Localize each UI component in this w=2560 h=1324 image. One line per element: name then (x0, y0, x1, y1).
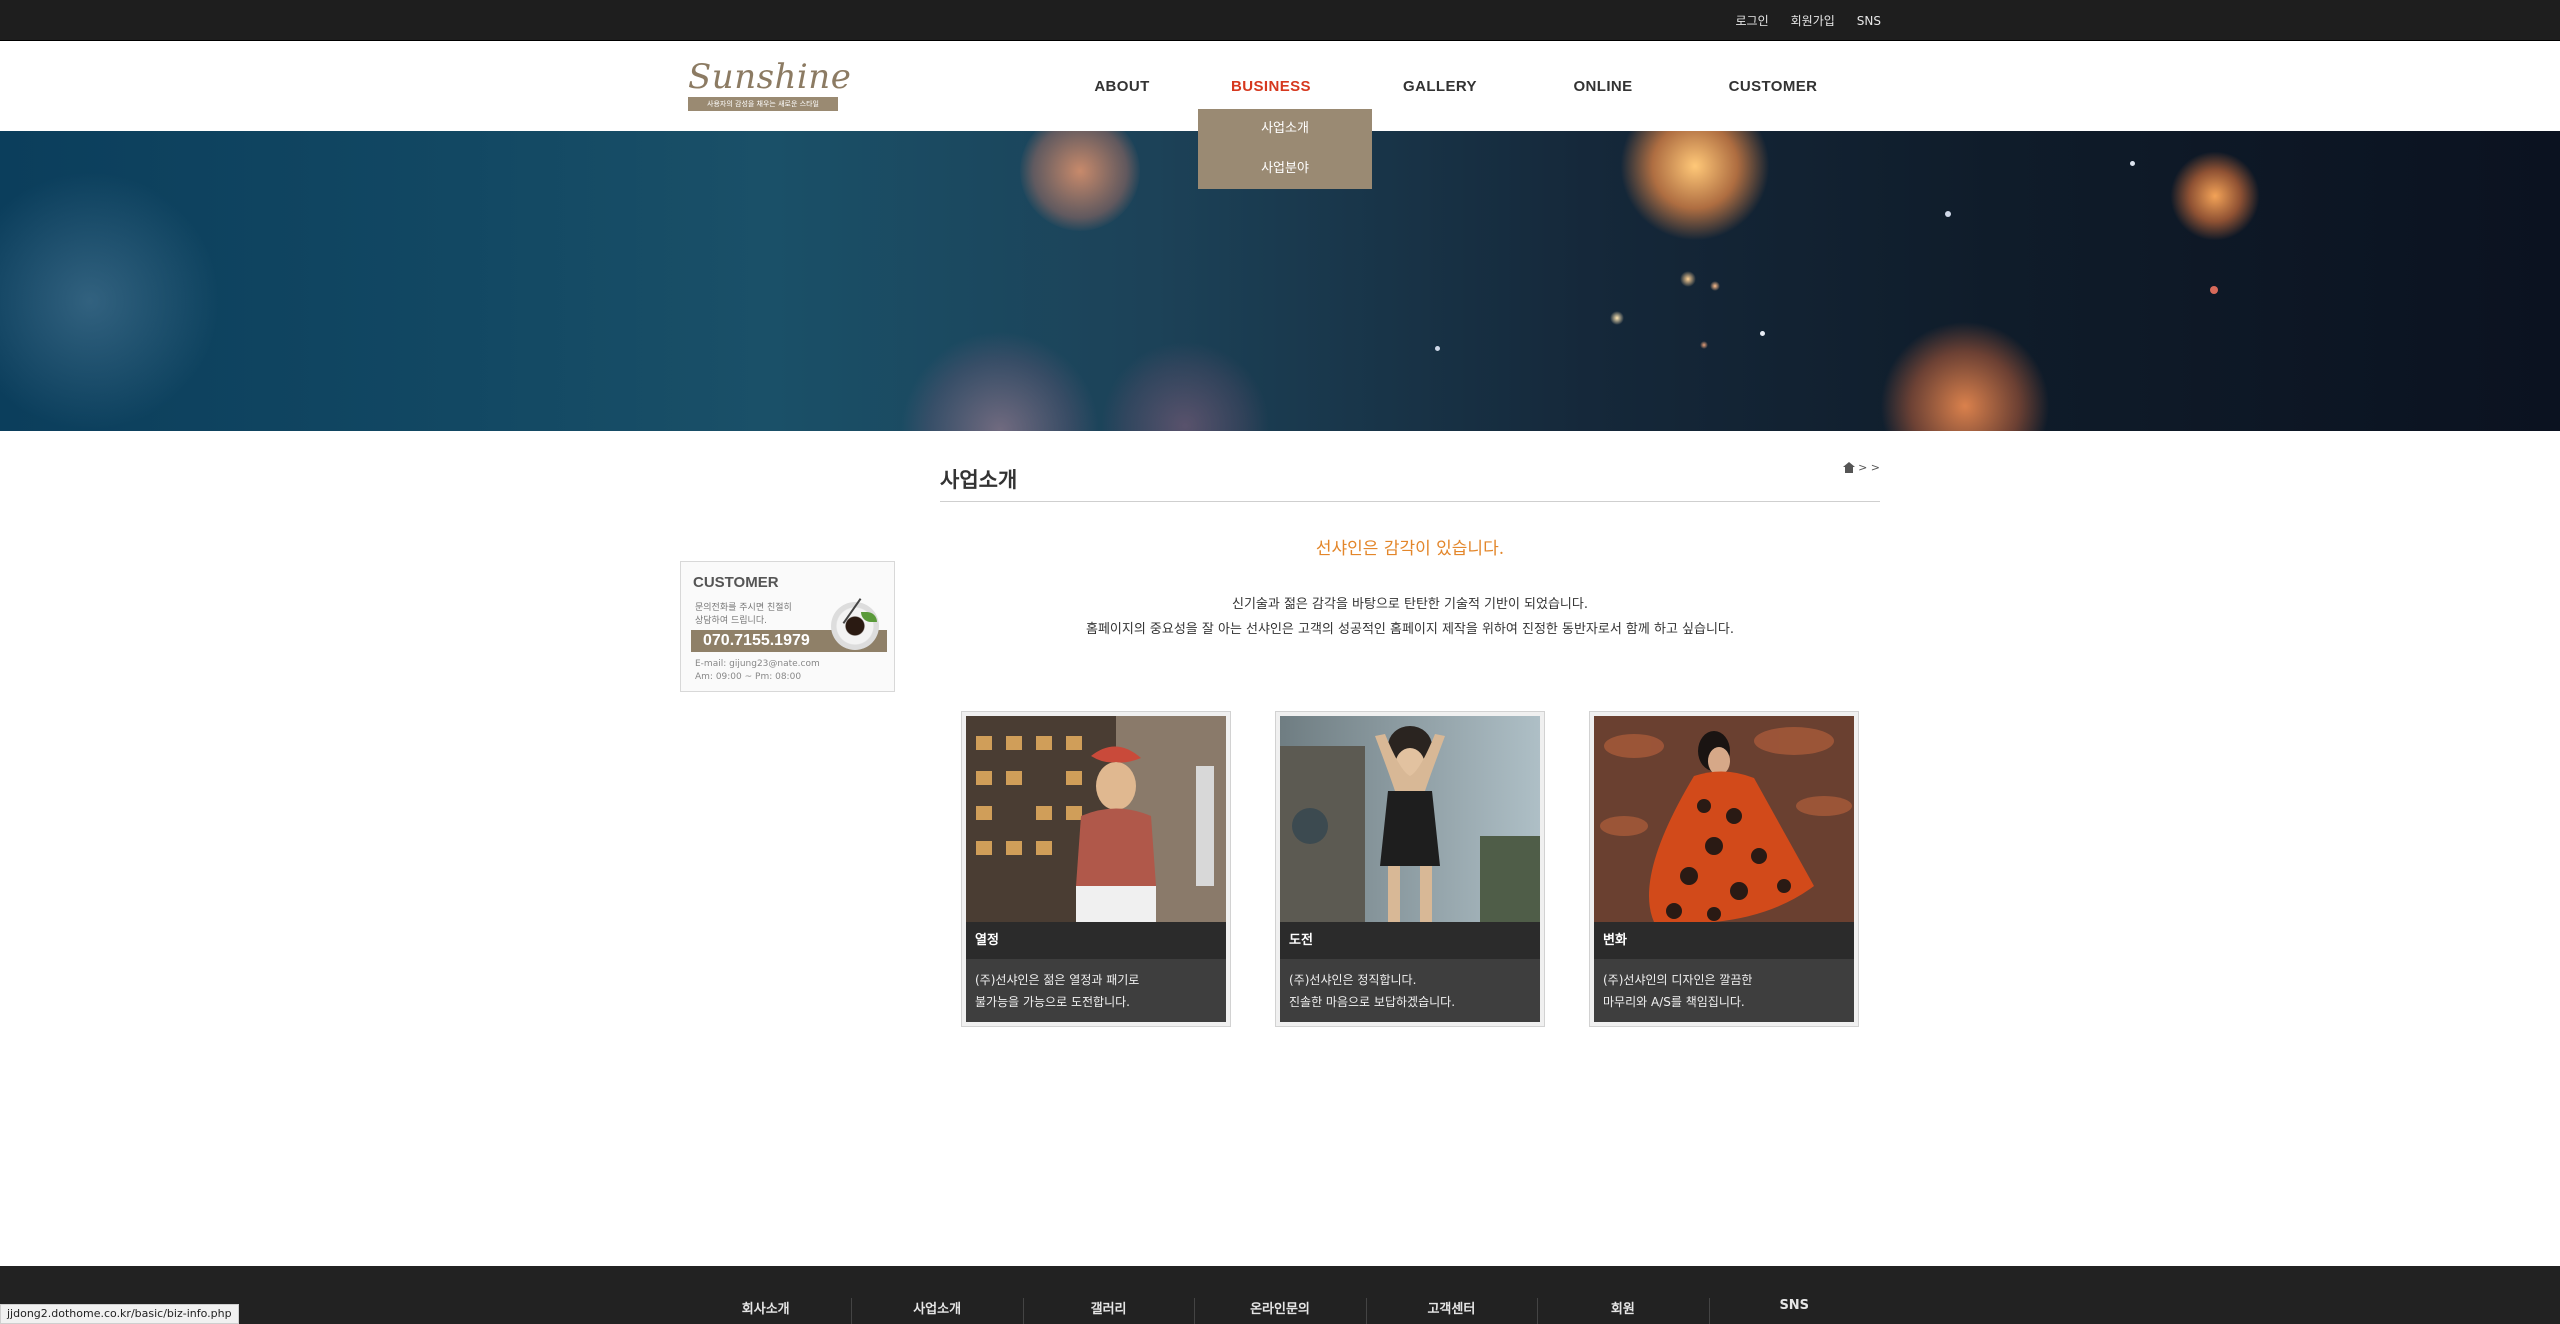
card-text: 불가능을 가능으로 도전합니다. (975, 995, 1130, 1009)
customer-service-banner[interactable]: CUSTOMER 문의전화를 주시면 친절히 상담하여 드립니다. 070.71… (680, 561, 895, 692)
footer-link-sns[interactable]: SNS (1708, 1266, 1880, 1324)
submenu-item-business-intro[interactable]: 사업소개 (1198, 109, 1372, 149)
top-utility-bar: 로그인 회원가입 SNS (0, 0, 2560, 41)
photo-woman-city (966, 716, 1226, 922)
bokeh-light (2210, 286, 2218, 294)
card-body: 변화 (주)선샤인의 디자인은 깔끔한 마무리와 A/S를 책임집니다. (1594, 716, 1854, 1022)
footer-link-support[interactable]: 고객센터 (1365, 1266, 1537, 1324)
footer-link-member[interactable]: 회원 (1537, 1266, 1708, 1324)
footer-link-business[interactable]: 사업소개 (851, 1266, 1022, 1324)
site-logo[interactable]: Sunshine 사용자의 감성을 채우는 새로운 스타일 (688, 57, 852, 113)
breadcrumb-separators: > > (1858, 461, 1880, 474)
bokeh-light (1100, 341, 1270, 431)
bokeh-light (1620, 131, 1770, 241)
business-submenu: 사업소개 사업분야 (1198, 109, 1372, 189)
card-text: 마무리와 A/S를 책임집니다. (1603, 995, 1745, 1009)
value-card-passion: 열정 (주)선샤인은 젊은 열정과 패기로 불가능을 가능으로 도전합니다. (961, 711, 1231, 1027)
site-footer: 회사소개 사업소개 갤러리 온라인문의 고객센터 회원 SNS (0, 1266, 2560, 1324)
signup-link[interactable]: 회원가입 (1791, 12, 1835, 29)
card-text: 진솔한 마음으로 보답하겠습니다. (1289, 995, 1456, 1009)
utility-links: 로그인 회원가입 SNS (1735, 0, 1881, 41)
nav-customer[interactable]: CUSTOMER (1684, 41, 1862, 131)
intro-text-line: 홈페이지의 중요성을 잘 아는 선샤인은 고객의 성공적인 홈페이지 제작을 위… (1085, 622, 1735, 637)
bokeh-light (900, 331, 1100, 431)
submenu-item-business-field[interactable]: 사업분야 (1198, 149, 1372, 189)
bokeh-light (1945, 211, 1951, 217)
card-title: 변화 (1594, 922, 1854, 959)
lead-headline: 선샤인은 감각이 있습니다. (1315, 539, 1505, 559)
home-icon[interactable] (1843, 462, 1856, 473)
bokeh-light (1710, 281, 1720, 291)
intro-text-line: 신기술과 젊은 감각을 바탕으로 탄탄한 기술적 기반이 되었습니다. (1232, 597, 1588, 612)
customer-banner-desc: 문의전화를 주시면 친절히 (695, 603, 792, 613)
card-text: (주)선샤인은 젊은 열정과 패기로 (975, 973, 1140, 987)
bokeh-light (2130, 161, 2135, 166)
status-bar-url: jjdong2.dothome.co.kr/basic/biz-info.php (0, 1304, 239, 1324)
bokeh-light (1680, 271, 1696, 287)
login-link[interactable]: 로그인 (1735, 12, 1768, 29)
nav-online[interactable]: ONLINE (1522, 41, 1684, 131)
customer-hours: Am: 09:00 ~ Pm: 08:00 (695, 672, 802, 682)
bokeh-light (1610, 311, 1624, 325)
photo-woman-black-dress (1280, 716, 1540, 922)
bokeh-light (1435, 346, 1440, 351)
card-photo (966, 716, 1226, 922)
logo-wordmark: Sunshine (688, 57, 852, 97)
card-photo (1594, 716, 1854, 922)
breadcrumb: > > (1843, 461, 1880, 474)
main-navigation: ABOUT BUSINESS GALLERY ONLINE CUSTOMER (1060, 41, 1862, 131)
footer-navigation: 회사소개 사업소개 갤러리 온라인문의 고객센터 회원 SNS (680, 1266, 1880, 1324)
bokeh-light (1880, 321, 2050, 431)
value-card-challenge: 도전 (주)선샤인은 정직합니다. 진솔한 마음으로 보답하겠습니다. (1275, 711, 1545, 1027)
coffee-cup-icon (831, 602, 879, 650)
bokeh-light (1700, 341, 1708, 349)
nav-about[interactable]: ABOUT (1060, 41, 1184, 131)
footer-link-gallery[interactable]: 갤러리 (1022, 1266, 1194, 1324)
card-title: 도전 (1280, 922, 1540, 959)
bokeh-light (0, 171, 220, 431)
footer-link-inquiry[interactable]: 온라인문의 (1194, 1266, 1365, 1324)
customer-banner-desc: 상담하여 드립니다. (695, 616, 767, 626)
logo-tagline: 사용자의 감성을 채우는 새로운 스타일 (688, 97, 838, 111)
title-divider (940, 501, 1880, 502)
bokeh-light (2170, 151, 2260, 241)
bokeh-light (1020, 131, 1140, 231)
value-cards: 열정 (주)선샤인은 젊은 열정과 패기로 불가능을 가능으로 도전합니다. 도… (961, 711, 1861, 1029)
card-text: (주)선샤인은 정직합니다. (1289, 973, 1417, 987)
card-body: 열정 (주)선샤인은 젊은 열정과 패기로 불가능을 가능으로 도전합니다. (966, 716, 1226, 1022)
footer-link-company[interactable]: 회사소개 (680, 1266, 851, 1324)
customer-email: E-mail: gijung23@nate.com (695, 659, 820, 669)
card-title: 열정 (966, 922, 1226, 959)
nav-gallery[interactable]: GALLERY (1358, 41, 1522, 131)
card-photo (1280, 716, 1540, 922)
bokeh-light (1760, 331, 1765, 336)
card-text: (주)선샤인의 디자인은 깔끔한 (1603, 973, 1753, 987)
page-title: 사업소개 (940, 468, 1018, 492)
photo-woman-orange-dress (1594, 716, 1854, 922)
card-body: 도전 (주)선샤인은 정직합니다. 진솔한 마음으로 보답하겠습니다. (1280, 716, 1540, 1022)
value-card-change: 변화 (주)선샤인의 디자인은 깔끔한 마무리와 A/S를 책임집니다. (1589, 711, 1859, 1027)
sns-link[interactable]: SNS (1857, 14, 1881, 28)
customer-banner-title: CUSTOMER (693, 574, 779, 591)
page: 로그인 회원가입 SNS Sunshine 사용자의 감성을 채우는 새로운 스… (0, 0, 2560, 1324)
